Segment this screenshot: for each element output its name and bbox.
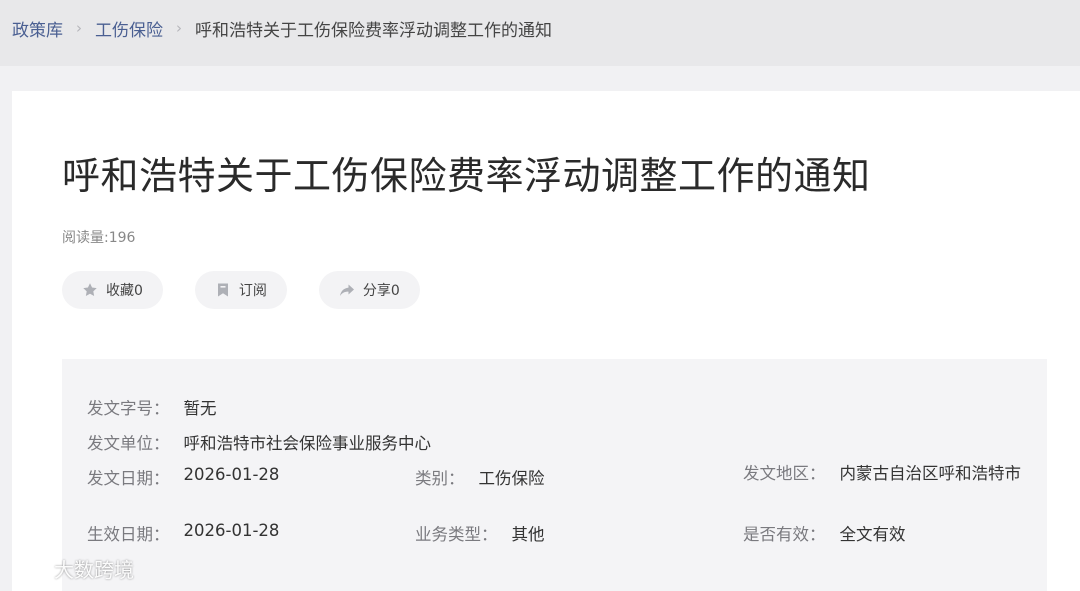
issuer-value: 呼和浩特市社会保险事业服务中心 — [183, 434, 432, 453]
validity-value: 全文有效 — [839, 525, 906, 544]
top-bar: 政策库 › 工伤保险 › 呼和浩特关于工伤保险费率浮动调整工作的通知 — [0, 0, 1080, 66]
region-label-text: 发文地区： — [743, 464, 826, 483]
doc-number-label: 发文字号： — [87, 399, 170, 418]
document-meta-panel: 发文字号： 暂无 发文单位： 呼和浩特市社会保险事业服务中心 发文日期： 202… — [62, 359, 1047, 591]
business-type-value: 其他 — [511, 525, 545, 544]
business-type-label: 业务类型： — [415, 525, 498, 544]
validity-field: 是否有效： 全文有效 — [743, 521, 906, 545]
collect-label: 收藏0 — [106, 283, 143, 299]
breadcrumb: 政策库 › 工伤保险 › 呼和浩特关于工伤保险费率浮动调整工作的通知 — [12, 16, 552, 41]
page-title: 呼和浩特关于工伤保险费率浮动调整工作的通知 — [62, 154, 871, 198]
issuer-label: 发文单位： — [87, 434, 170, 453]
watermark-logo: 大数跨境 — [10, 554, 134, 583]
effective-date-field: 生效日期： 2026-01-28 — [87, 521, 279, 545]
category-field: 类别： 工伤保险 — [415, 465, 545, 489]
chevron-right-icon: › — [76, 19, 82, 37]
logo-icon — [12, 560, 43, 577]
validity-label: 是否有效： — [743, 525, 826, 544]
breadcrumb-current: 呼和浩特关于工伤保险费率浮动调整工作的通知 — [195, 20, 552, 41]
subscribe-button[interactable]: 订阅 — [194, 271, 287, 309]
share-label: 分享0 — [362, 283, 400, 299]
read-count: 阅读量:196 — [62, 230, 136, 246]
star-icon — [83, 283, 97, 296]
collect-button[interactable]: 收藏0 — [62, 271, 163, 309]
region-block: 发文地区： 内蒙古自治区呼和浩特市 — [743, 460, 1033, 488]
subscribe-label: 订阅 — [238, 283, 267, 299]
issuer-field: 发文单位： 呼和浩特市社会保险事业服务中心 — [87, 430, 431, 454]
category-value: 工伤保险 — [478, 469, 545, 488]
doc-number-value: 暂无 — [183, 399, 217, 418]
category-label: 类别： — [415, 469, 465, 488]
doc-number-field: 发文字号： 暂无 — [87, 395, 217, 419]
issue-date-value: 2026-01-28 — [183, 465, 280, 484]
breadcrumb-link-work-injury-insurance[interactable]: 工伤保险 — [95, 16, 163, 41]
share-button[interactable]: 分享0 — [318, 271, 420, 309]
effective-date-label: 生效日期： — [87, 525, 170, 544]
action-bar: 收藏0 订阅 分享0 — [62, 271, 420, 309]
region-value: 内蒙古自治区呼和浩特市 — [839, 464, 1022, 483]
chevron-right-icon: › — [176, 19, 182, 37]
issue-date-label: 发文日期： — [87, 469, 170, 488]
breadcrumb-link-policy-library[interactable]: 政策库 — [12, 16, 63, 41]
effective-date-value: 2026-01-28 — [183, 521, 280, 540]
business-type-field: 业务类型： 其他 — [415, 521, 545, 545]
share-arrow-icon — [339, 284, 354, 296]
article-card: 呼和浩特关于工伤保险费率浮动调整工作的通知 阅读量:196 收藏0 订阅 分享0 — [12, 91, 1080, 591]
bookmark-icon — [217, 283, 228, 297]
issue-date-field: 发文日期： 2026-01-28 — [87, 465, 279, 489]
watermark-text: 大数跨境 — [54, 558, 134, 582]
